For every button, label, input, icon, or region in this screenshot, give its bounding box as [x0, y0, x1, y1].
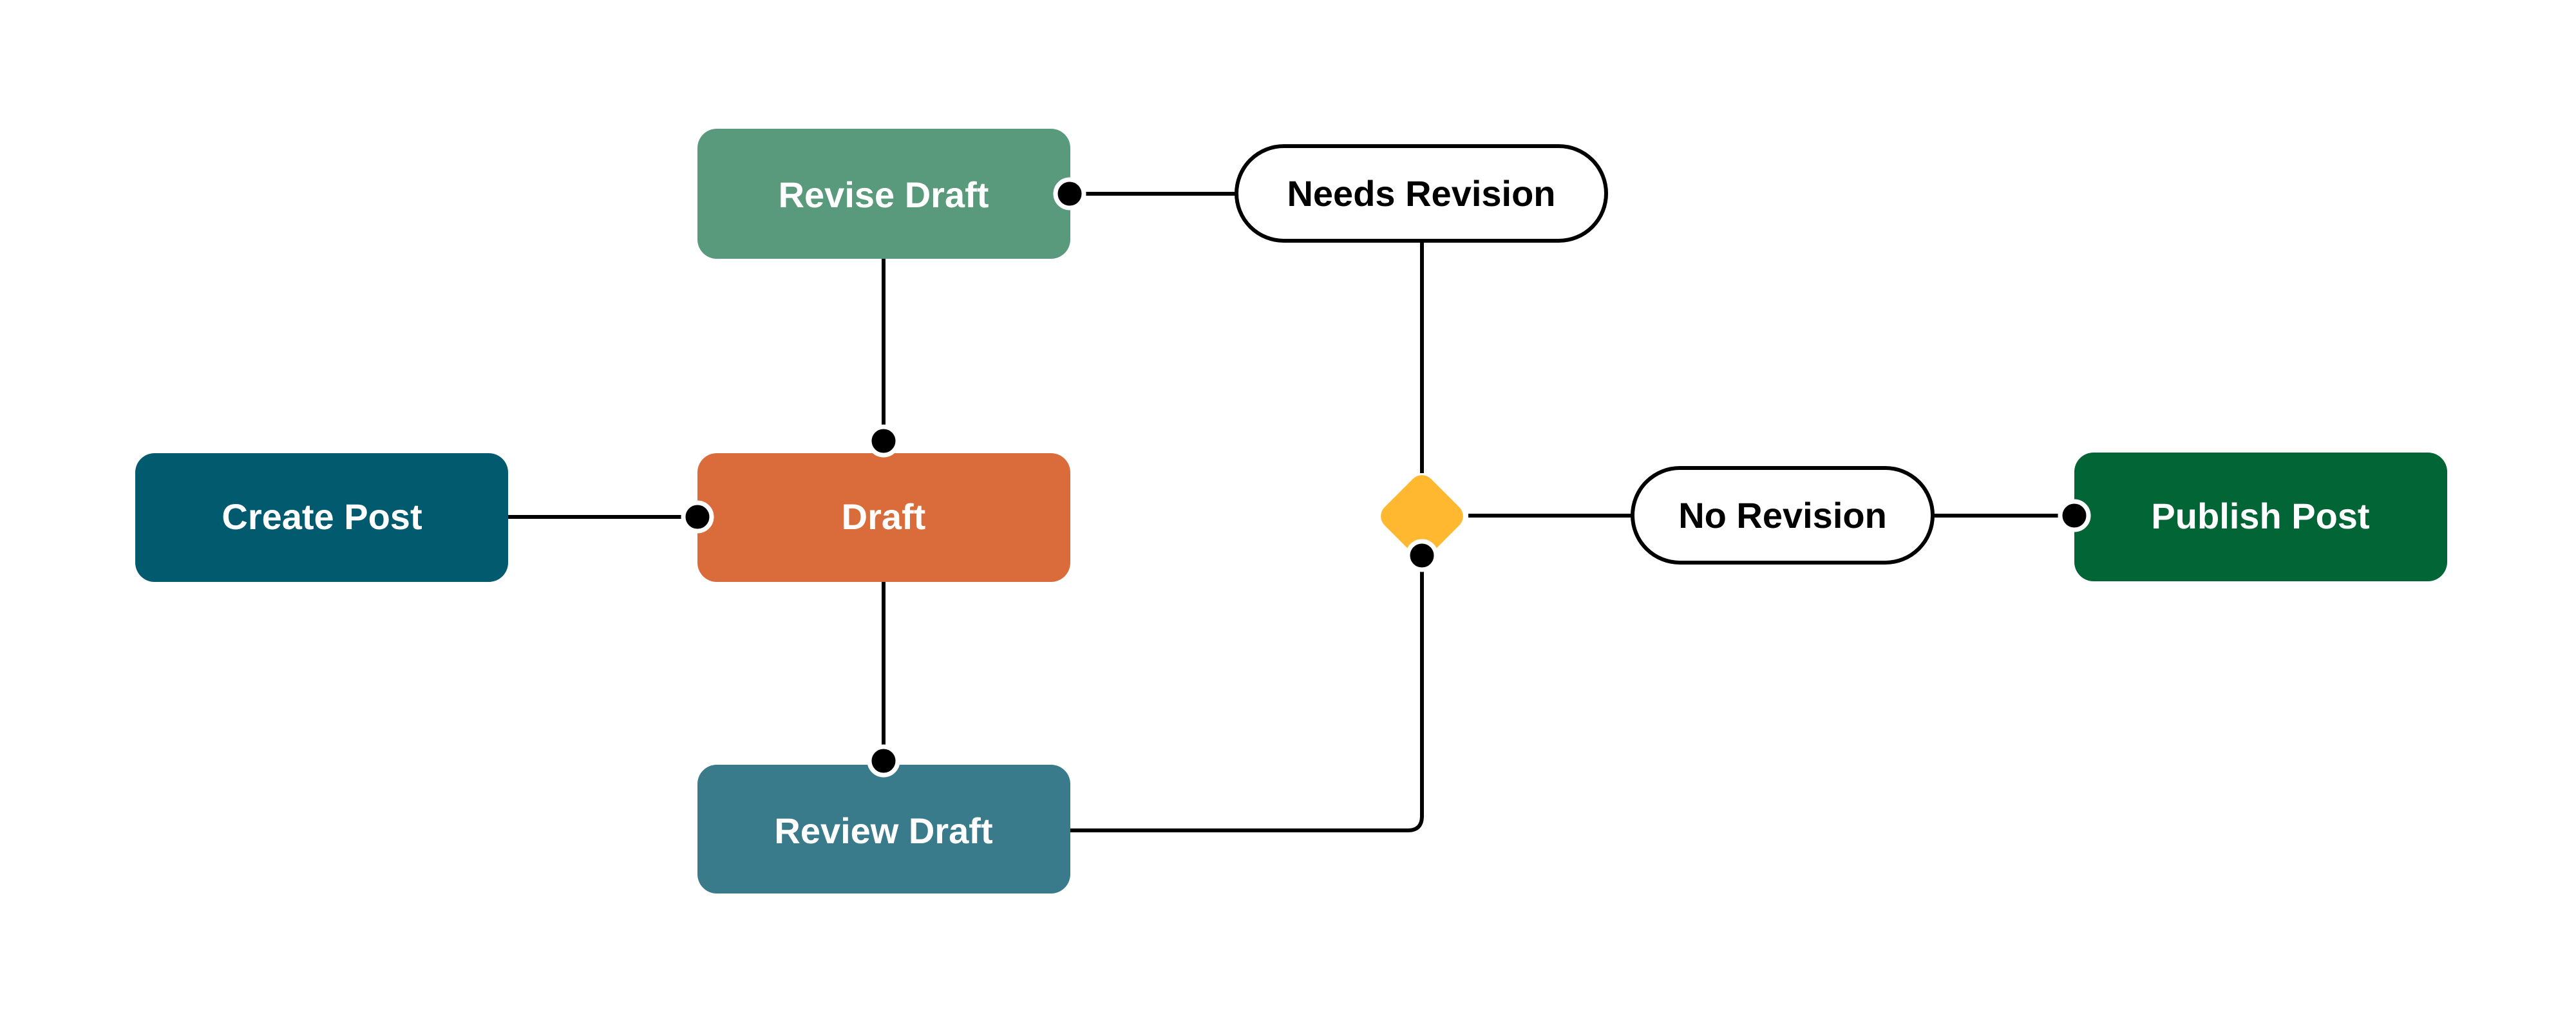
- node-publish-post[interactable]: Publish Post: [2074, 453, 2447, 581]
- port-draft-left[interactable]: [681, 500, 714, 534]
- node-revise-draft[interactable]: Revise Draft: [697, 129, 1070, 259]
- no-revision-label: No Revision: [1678, 495, 1887, 536]
- port-draft-top[interactable]: [867, 424, 900, 458]
- node-revise-draft-label: Revise Draft: [779, 174, 989, 215]
- node-review-draft-label: Review Draft: [774, 810, 992, 851]
- node-publish-post-label: Publish Post: [2151, 496, 2369, 536]
- port-publish-left[interactable]: [2058, 499, 2091, 532]
- port-decision-bottom[interactable]: [1405, 539, 1439, 572]
- node-review-draft[interactable]: Review Draft: [697, 765, 1070, 893]
- needs-revision-label: Needs Revision: [1287, 173, 1555, 214]
- port-review-top[interactable]: [867, 744, 900, 778]
- node-create-post[interactable]: Create Post: [135, 453, 508, 582]
- edge-label-needs-revision[interactable]: Needs Revision: [1235, 144, 1608, 243]
- edge-label-no-revision[interactable]: No Revision: [1631, 466, 1935, 565]
- port-revise-right[interactable]: [1053, 177, 1086, 210]
- node-draft[interactable]: Draft: [697, 453, 1070, 582]
- node-create-post-label: Create Post: [222, 496, 422, 537]
- node-draft-label: Draft: [842, 496, 926, 537]
- flowchart-canvas: Create Post Draft Revise Draft Review Dr…: [135, 129, 2447, 893]
- edge-review-to-decision: [1070, 560, 1424, 832]
